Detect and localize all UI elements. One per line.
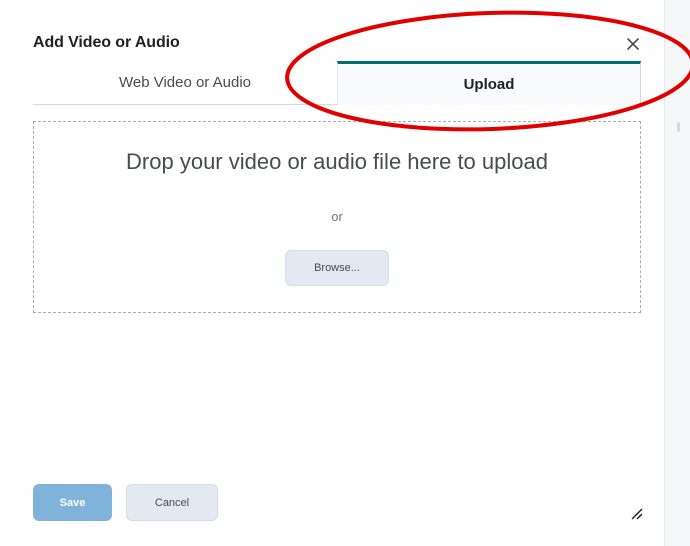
tab-list: Web Video or Audio Upload xyxy=(33,61,641,105)
dropzone-instruction: Drop your video or audio file here to up… xyxy=(126,149,548,174)
close-icon xyxy=(627,38,639,50)
page: Add Video or Audio Web Video or Audio Up… xyxy=(0,0,690,546)
dropzone-or-label: or xyxy=(331,209,343,224)
save-button[interactable]: Save xyxy=(33,484,112,521)
browse-button[interactable]: Browse... xyxy=(285,250,389,286)
file-dropzone[interactable]: Drop your video or audio file here to up… xyxy=(33,121,641,313)
close-button[interactable] xyxy=(622,33,644,55)
add-media-dialog: Add Video or Audio Web Video or Audio Up… xyxy=(0,0,664,546)
resize-handle[interactable] xyxy=(629,506,643,520)
dialog-title: Add Video or Audio xyxy=(33,34,180,51)
background-scrollbar-area xyxy=(664,0,690,546)
resize-handle-icon xyxy=(631,508,643,520)
tab-web-video-or-audio[interactable]: Web Video or Audio xyxy=(33,61,337,105)
scroll-marker xyxy=(677,122,680,132)
cancel-button[interactable]: Cancel xyxy=(126,484,218,521)
tab-upload[interactable]: Upload xyxy=(337,61,641,105)
